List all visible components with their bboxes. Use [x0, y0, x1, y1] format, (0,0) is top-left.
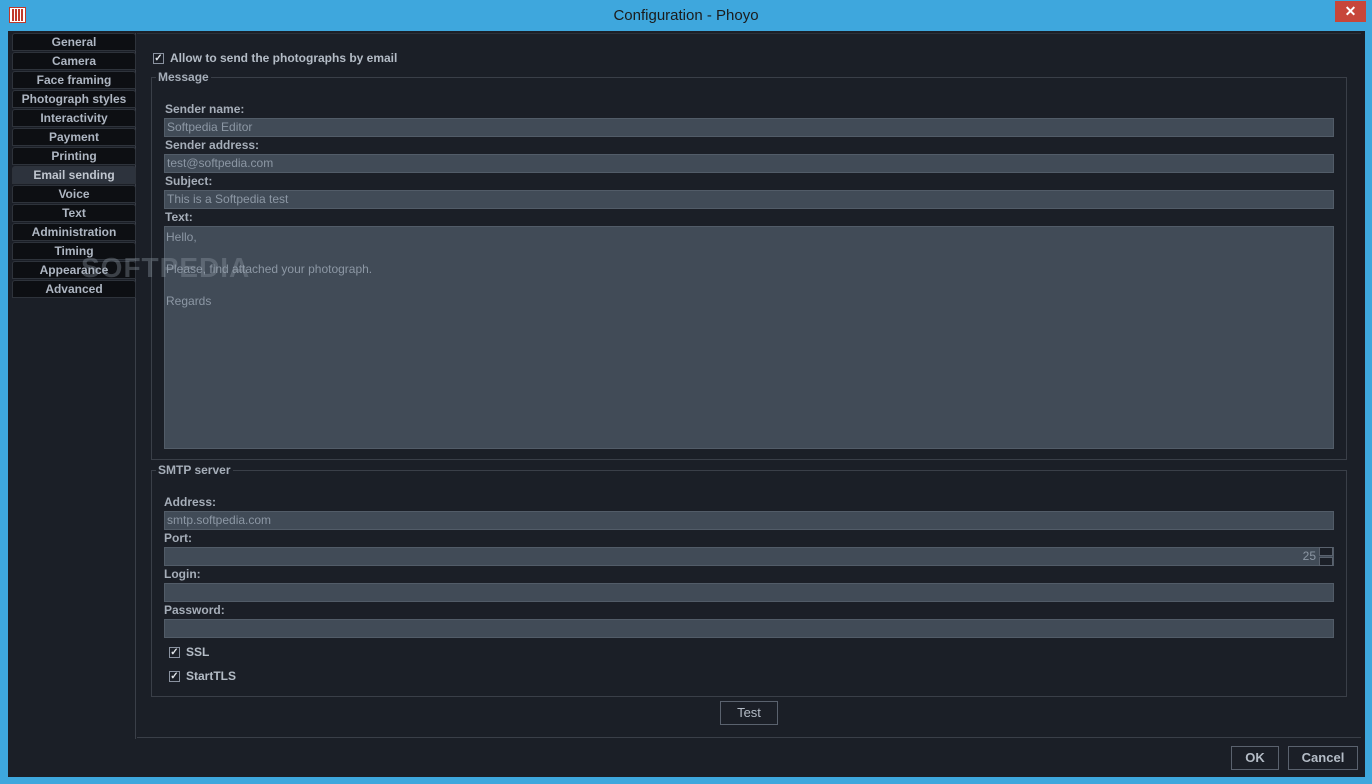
message-textarea[interactable]: Hello, Please, find attached your photog… — [164, 226, 1334, 449]
sender-address-label: Sender address: — [165, 138, 260, 152]
cancel-button[interactable]: Cancel — [1288, 746, 1358, 770]
starttls-label: StartTLS — [186, 669, 237, 683]
window-frame-right — [1365, 31, 1372, 784]
ok-button[interactable]: OK — [1231, 746, 1279, 770]
message-group: Message Sender name: Softpedia Editor Se… — [151, 70, 1347, 460]
port-decrement-button[interactable] — [1319, 557, 1333, 566]
softpedia-watermark: SOFTPEDIA — [81, 252, 251, 283]
test-button[interactable]: Test — [720, 701, 778, 725]
tab-payment[interactable]: Payment — [12, 128, 136, 146]
allow-email-label: Allow to send the photographs by email — [170, 51, 398, 65]
starttls-row[interactable]: ✓ StartTLS — [169, 669, 236, 683]
title-bar: Configuration - Phoyo ✕ — [0, 0, 1372, 31]
window-frame-left — [0, 31, 8, 784]
sender-address-input[interactable]: test@softpedia.com — [164, 154, 1334, 173]
message-legend: Message — [156, 70, 211, 84]
client-area: General Camera Face framing Photograph s… — [8, 31, 1365, 777]
smtp-group: SMTP server Address: smtp.softpedia.com … — [151, 463, 1347, 697]
port-increment-button[interactable] — [1319, 547, 1333, 556]
tab-text[interactable]: Text — [12, 204, 136, 222]
tab-camera[interactable]: Camera — [12, 52, 136, 70]
ssl-label: SSL — [186, 645, 210, 659]
tab-photograph-styles[interactable]: Photograph styles — [12, 90, 136, 108]
tab-email-sending[interactable]: Email sending — [12, 166, 136, 184]
bottom-separator — [137, 737, 1361, 738]
allow-email-row[interactable]: ✓ Allow to send the photographs by email — [153, 51, 397, 65]
tab-administration[interactable]: Administration — [12, 223, 136, 241]
tab-voice[interactable]: Voice — [12, 185, 136, 203]
subject-label: Subject: — [165, 174, 213, 188]
login-input[interactable] — [164, 583, 1334, 602]
password-input[interactable] — [164, 619, 1334, 638]
smtp-legend: SMTP server — [156, 463, 233, 477]
password-label: Password: — [164, 603, 225, 617]
login-label: Login: — [164, 567, 201, 581]
tab-general[interactable]: General — [12, 33, 136, 51]
email-sending-panel: ✓ Allow to send the photographs by email… — [137, 33, 1361, 739]
close-button[interactable]: ✕ — [1335, 1, 1366, 22]
sender-name-label: Sender name: — [165, 102, 245, 116]
text-label: Text: — [165, 210, 193, 224]
sidebar: General Camera Face framing Photograph s… — [12, 33, 136, 739]
starttls-checkbox[interactable]: ✓ — [169, 670, 180, 682]
subject-input[interactable]: This is a Softpedia test — [164, 190, 1334, 209]
tab-printing[interactable]: Printing — [12, 147, 136, 165]
ssl-row[interactable]: ✓ SSL — [169, 645, 209, 659]
tab-face-framing[interactable]: Face framing — [12, 71, 136, 89]
window-title: Configuration - Phoyo — [613, 7, 759, 24]
smtp-address-label: Address: — [164, 495, 217, 509]
allow-email-checkbox[interactable]: ✓ — [153, 52, 164, 64]
ssl-checkbox[interactable]: ✓ — [169, 646, 180, 658]
port-value: 25 — [1302, 549, 1316, 563]
window-frame-bottom — [0, 777, 1372, 784]
tab-interactivity[interactable]: Interactivity — [12, 109, 136, 127]
smtp-address-input[interactable]: smtp.softpedia.com — [164, 511, 1334, 530]
sender-name-input[interactable]: Softpedia Editor — [164, 118, 1334, 137]
port-label: Port: — [164, 531, 192, 545]
port-stepper[interactable]: 25 — [164, 547, 1334, 566]
